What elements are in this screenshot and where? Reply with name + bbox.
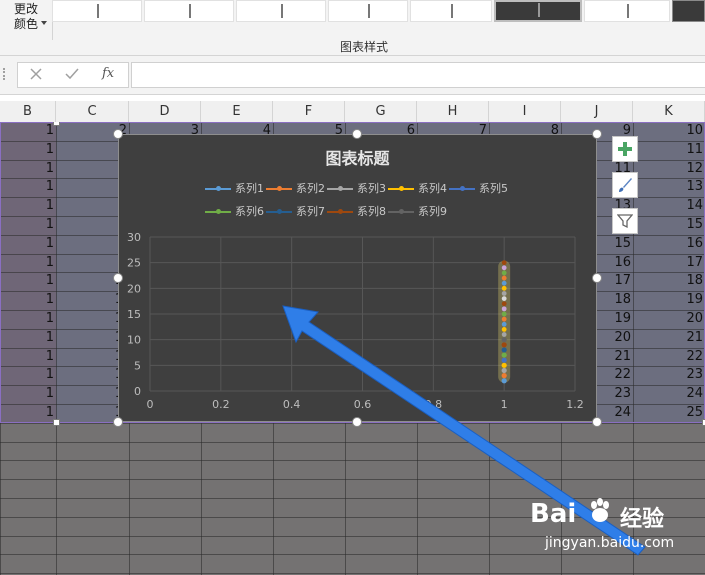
x-tick-label: 0.2 <box>212 398 230 411</box>
check-icon[interactable] <box>65 68 79 80</box>
y-tick-label: 15 <box>127 308 141 321</box>
resize-handle[interactable] <box>592 273 602 283</box>
data-point <box>501 306 507 312</box>
formula-input[interactable] <box>131 62 705 88</box>
column-header-c[interactable]: C <box>56 101 129 122</box>
data-point <box>501 367 507 374</box>
chart-styles-button[interactable] <box>612 172 638 198</box>
column-header-b[interactable]: B <box>0 101 56 122</box>
watermark-site: 经验 <box>620 507 665 532</box>
y-tick-label: 30 <box>127 231 141 244</box>
data-point <box>501 285 507 291</box>
chart-styles-group-label: 图表样式 <box>340 40 389 54</box>
y-tick-label: 20 <box>127 282 141 295</box>
column-headers: BCDEFGHIJK <box>0 101 705 123</box>
watermark-brand: Bai <box>530 499 577 529</box>
data-point <box>501 362 507 368</box>
data-point <box>501 347 507 353</box>
column-header-f[interactable]: F <box>273 101 345 122</box>
column-header-j[interactable]: J <box>561 101 633 122</box>
data-point <box>501 291 507 296</box>
data-point <box>501 311 507 317</box>
chart-style-thumb[interactable] <box>410 0 492 22</box>
chart-style-thumb[interactable] <box>672 0 705 22</box>
data-point <box>501 275 507 281</box>
data-point <box>501 316 507 322</box>
brush-icon <box>619 178 632 192</box>
data-point <box>501 296 507 301</box>
data-point <box>501 280 507 286</box>
formula-buttons: fx <box>17 62 129 88</box>
data-point <box>501 301 507 307</box>
chart[interactable]: 图表标题 系列1 系列2 系列3 系列4 系列5 系列6 系列7 系列8 系列9 0 5 10 15 2… <box>118 134 597 422</box>
baidu-watermark: Bai du 经验 jingyan.baidu.com <box>530 493 700 563</box>
data-point <box>501 352 507 358</box>
data-point <box>501 327 507 332</box>
y-tick-label: 5 <box>134 359 141 372</box>
resize-handle[interactable] <box>113 129 123 139</box>
resize-handle[interactable] <box>352 129 362 139</box>
x-tick-label: 0.8 <box>425 398 443 411</box>
column-header-e[interactable]: E <box>201 101 273 122</box>
range-handle[interactable] <box>53 419 60 426</box>
chart-style-thumb[interactable] <box>52 0 142 22</box>
data-point <box>501 332 507 337</box>
resize-handle[interactable] <box>352 417 362 427</box>
y-tick-label: 0 <box>134 385 141 398</box>
x-tick-label: 0 <box>147 398 154 411</box>
paw-icon <box>591 498 609 522</box>
ribbon: 更改 颜色 图表样式 <box>0 0 705 56</box>
grid-row-line <box>0 460 705 461</box>
chart-style-thumb[interactable] <box>236 0 326 22</box>
plot-area[interactable]: 0 5 10 15 20 25 30 0 0.2 0.4 0.6 0.8 1 1.2 <box>119 135 598 423</box>
y-tick-label: 25 <box>127 257 141 270</box>
filter-icon <box>617 214 633 229</box>
change-color-button[interactable]: 更改 颜色 <box>0 0 53 40</box>
grid-row-line <box>0 573 705 574</box>
x-tick-label: 0.4 <box>283 398 301 411</box>
chart-style-thumb[interactable] <box>144 0 234 22</box>
resize-handle[interactable] <box>592 417 602 427</box>
x-tick-label: 1 <box>501 398 508 411</box>
close-icon[interactable] <box>30 68 42 80</box>
chart-style-thumb[interactable] <box>584 0 670 22</box>
data-point <box>501 321 507 327</box>
insert-function-button[interactable]: fx <box>102 66 114 81</box>
chart-filters-button[interactable] <box>612 208 638 234</box>
formula-bar: fx <box>0 56 705 95</box>
data-point <box>501 373 507 379</box>
x-tick-label: 1.2 <box>566 398 584 411</box>
data-point <box>501 270 507 276</box>
x-tick-label: 0.6 <box>354 398 372 411</box>
grid-row-line <box>0 479 705 480</box>
watermark-url: jingyan.baidu.com <box>545 535 675 551</box>
column-header-g[interactable]: G <box>345 101 417 122</box>
resize-handle[interactable] <box>113 417 123 427</box>
data-point <box>501 260 507 266</box>
column-header-h[interactable]: H <box>417 101 489 122</box>
grid-row-line <box>0 442 705 443</box>
data-point <box>501 337 507 343</box>
change-color-label-line2: 颜色 <box>14 17 39 31</box>
chart-elements-button[interactable] <box>612 136 638 162</box>
column-header-i[interactable]: I <box>489 101 561 122</box>
data-point <box>501 342 507 348</box>
drag-handle-icon[interactable] <box>3 68 7 80</box>
chevron-down-icon <box>41 21 47 25</box>
data-point <box>501 357 507 363</box>
column-header-d[interactable]: D <box>129 101 201 122</box>
data-point <box>501 265 507 271</box>
resize-handle[interactable] <box>592 129 602 139</box>
column-header-k[interactable]: K <box>633 101 705 122</box>
resize-handle[interactable] <box>113 273 123 283</box>
data-point <box>501 378 507 384</box>
plus-icon <box>618 142 632 156</box>
chart-style-thumb[interactable] <box>328 0 408 22</box>
range-handle[interactable] <box>53 122 60 126</box>
chart-style-thumb-selected[interactable] <box>494 0 582 22</box>
chart-style-gallery <box>52 0 705 22</box>
y-tick-label: 10 <box>127 334 141 347</box>
